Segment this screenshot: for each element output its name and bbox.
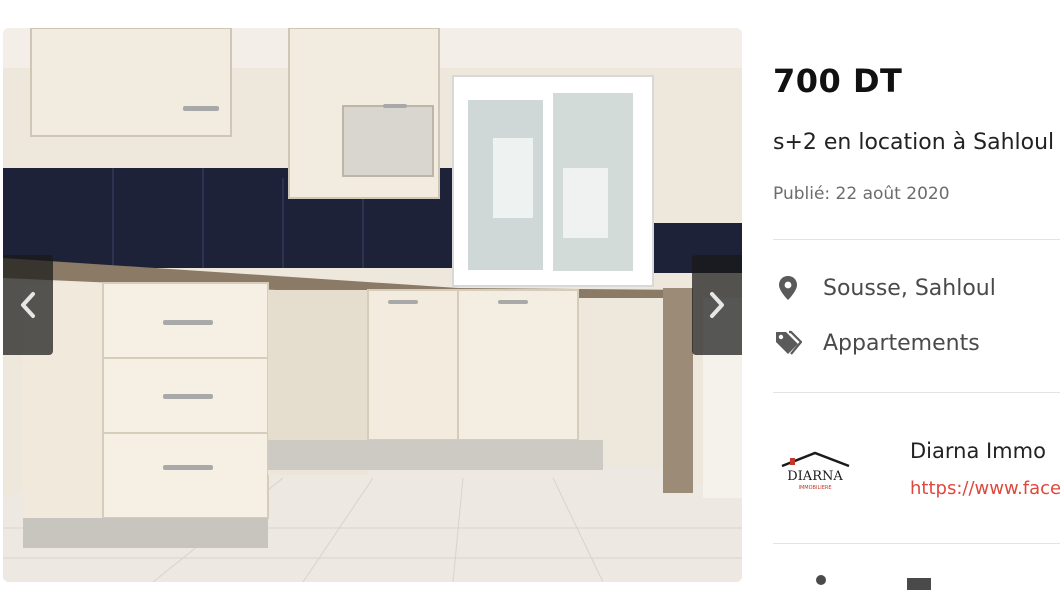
listing-price: 700 DT <box>773 62 903 100</box>
category-row: Appartements <box>773 327 980 359</box>
kitchen-photo <box>3 28 742 582</box>
location-row: Sousse, Sahloul <box>773 272 996 304</box>
agency-link[interactable]: https://www.face <box>910 478 1060 499</box>
agency-name[interactable]: Diarna Immo <box>910 439 1046 463</box>
tag-icon <box>773 328 803 358</box>
agency-logo[interactable]: DIARNA IMMOBILIERE <box>778 450 853 495</box>
photo-gallery[interactable] <box>3 28 742 582</box>
divider <box>773 239 1060 240</box>
previous-photo-button[interactable] <box>3 255 53 355</box>
map-pin-icon <box>773 273 803 303</box>
category-text[interactable]: Appartements <box>823 331 980 356</box>
divider <box>773 543 1060 544</box>
bottom-icons-row <box>773 574 1060 590</box>
listing-info-panel: 700 DT s+2 en location à Sahloul Publié:… <box>773 0 1060 590</box>
chevron-left-icon <box>21 292 35 318</box>
svg-text:DIARNA: DIARNA <box>787 469 843 484</box>
location-text: Sousse, Sahloul <box>823 275 996 301</box>
listing-title: s+2 en location à Sahloul <box>773 130 1055 155</box>
listing-page: 700 DT s+2 en location à Sahloul Publié:… <box>0 0 1060 590</box>
svg-text:IMMOBILIERE: IMMOBILIERE <box>799 485 832 491</box>
next-photo-button[interactable] <box>692 255 742 355</box>
chevron-right-icon <box>710 292 724 318</box>
divider <box>773 392 1060 393</box>
publish-date: Publié: 22 août 2020 <box>773 184 950 204</box>
person-icon <box>816 575 826 585</box>
building-icon <box>907 578 931 590</box>
